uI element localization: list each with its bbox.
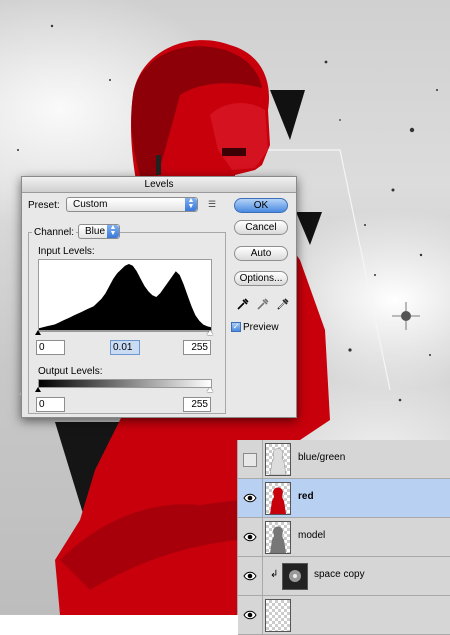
layer-name[interactable]: red	[298, 491, 314, 502]
eye-icon[interactable]	[243, 531, 257, 543]
layer-row-blue-green[interactable]: blue/green	[238, 440, 450, 479]
preview-checkbox[interactable]: ✓	[231, 322, 241, 332]
preset-dropdown[interactable]: Custom ▲ ▼	[66, 197, 198, 212]
channel-label: Channel:	[32, 227, 77, 238]
layer-name[interactable]: space copy	[314, 569, 365, 580]
output-white-field[interactable]: 255	[183, 397, 211, 412]
clipping-arrow-icon: ↲	[270, 569, 279, 580]
visibility-cell[interactable]	[238, 596, 263, 634]
layer-row-model[interactable]: model	[238, 518, 450, 557]
layer-thumbnail	[282, 563, 308, 590]
channel-dropdown[interactable]: Blue ▲ ▼	[78, 224, 120, 239]
input-white-slider[interactable]	[207, 330, 213, 335]
visibility-cell[interactable]	[238, 440, 263, 478]
levels-dialog: Levels Preset: Custom ▲ ▼ ☰ Channel: Blue…	[21, 176, 297, 418]
layer-name[interactable]: blue/green	[298, 452, 345, 463]
gray-eyedropper-icon[interactable]	[256, 297, 270, 311]
visibility-off-box[interactable]	[243, 453, 257, 467]
eye-icon[interactable]	[243, 492, 257, 504]
eye-icon[interactable]	[243, 609, 257, 621]
white-eyedropper-icon[interactable]	[276, 297, 290, 311]
auto-button[interactable]: Auto	[234, 246, 288, 261]
output-black-slider[interactable]	[35, 387, 41, 392]
layer-thumbnail	[265, 443, 291, 476]
layer-row-partial[interactable]	[238, 596, 450, 635]
preset-label: Preset:	[28, 200, 60, 211]
dropdown-arrows-icon: ▲ ▼	[107, 224, 119, 238]
dropdown-arrows-icon: ▲ ▼	[185, 197, 197, 211]
output-gradient	[38, 379, 212, 388]
layer-thumbnail	[265, 599, 291, 632]
preview-label: Preview	[243, 322, 279, 333]
eye-icon[interactable]	[243, 570, 257, 582]
output-white-slider[interactable]	[207, 387, 213, 392]
input-gamma-field[interactable]: 0.01	[110, 340, 140, 355]
input-slider-track[interactable]	[38, 331, 210, 332]
black-eyedropper-icon[interactable]	[236, 297, 250, 311]
histogram	[38, 259, 212, 331]
histogram-graph	[39, 264, 211, 330]
layer-thumbnail	[265, 482, 291, 515]
ok-button[interactable]: OK	[234, 198, 288, 213]
layer-thumbnail	[265, 521, 291, 554]
input-black-slider[interactable]	[35, 330, 41, 335]
layer-row-space-copy[interactable]: ↲ space copy	[238, 557, 450, 596]
layer-row-red[interactable]: red	[238, 479, 450, 518]
input-black-field[interactable]: 0	[36, 340, 65, 355]
output-black-field[interactable]: 0	[36, 397, 65, 412]
preset-options-icon[interactable]: ☰	[208, 199, 216, 210]
input-white-field[interactable]: 255	[183, 340, 211, 355]
channel-value: Blue	[85, 226, 106, 237]
visibility-cell[interactable]	[238, 518, 263, 556]
dialog-title[interactable]: Levels	[22, 177, 296, 193]
visibility-cell[interactable]	[238, 479, 263, 517]
layers-panel: blue/green red model ↲ space copy	[237, 440, 450, 635]
cancel-button[interactable]: Cancel	[234, 220, 288, 235]
preset-value: Custom	[73, 199, 108, 210]
input-levels-label: Input Levels:	[38, 246, 95, 257]
layer-name[interactable]: model	[298, 530, 325, 541]
output-levels-label: Output Levels:	[38, 366, 103, 377]
visibility-cell[interactable]	[238, 557, 263, 595]
options-button[interactable]: Options...	[234, 271, 288, 286]
histogram-area	[39, 264, 211, 330]
